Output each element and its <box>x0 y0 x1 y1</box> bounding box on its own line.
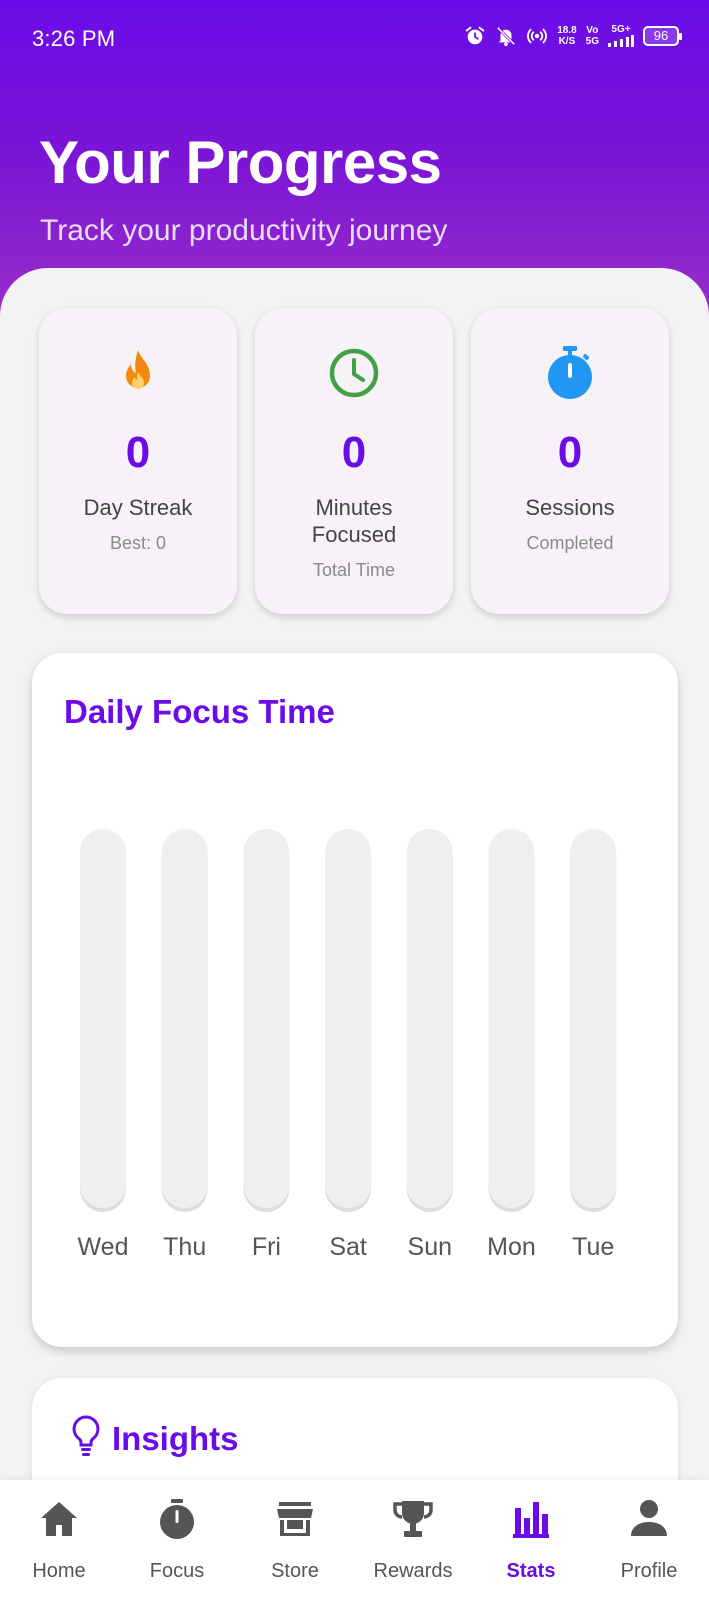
flame-icon <box>126 350 150 389</box>
bar-track-wed <box>80 829 126 1208</box>
day-label-thu: Thu <box>163 1233 206 1261</box>
timer-icon <box>160 1499 194 1539</box>
sessions-sub: Completed <box>526 533 614 553</box>
streak-value: 0 <box>125 428 151 477</box>
volte-bottom: 5G <box>585 35 599 47</box>
status-time: 3:26 PM <box>32 26 116 51</box>
trophy-icon <box>393 1501 433 1537</box>
status-bar: 3:26 PM 18.8 K/S Vo 5G 5G+ 96 <box>0 0 709 78</box>
bar-track-sun <box>406 829 453 1208</box>
day-label-mon: Mon <box>487 1233 536 1261</box>
day-label-sun: Sun <box>408 1233 452 1261</box>
volte-indicator: Vo 5G <box>586 25 599 47</box>
nav-label-rewards: Rewards <box>373 1560 453 1582</box>
sessions-value: 0 <box>557 428 583 477</box>
day-label-fri: Fri <box>252 1233 281 1261</box>
net-speed-unit: K/S <box>558 35 576 47</box>
page-subtitle: Track your productivity journey <box>40 214 448 247</box>
bar-track-fri <box>243 829 290 1208</box>
bell-muted-icon <box>496 26 516 46</box>
minutes-value: 0 <box>341 428 367 477</box>
nav-item-stats[interactable]: Stats <box>472 1480 590 1600</box>
alarm-icon <box>465 26 485 44</box>
stat-card-minutes: 0 Minutes Focused Total Time <box>255 308 453 614</box>
stat-card-streak: 0 Day Streak Best: 0 <box>39 308 237 614</box>
store-icon <box>277 1502 313 1536</box>
streak-best: Best: 0 <box>109 533 167 553</box>
streak-label: Day Streak <box>83 495 193 520</box>
signal-label: 5G+ <box>611 24 631 35</box>
bar-track-mon <box>488 829 535 1208</box>
home-icon <box>41 1502 77 1536</box>
daily-focus-chart: Wed Thu Fri Sat Sun Mon Tue <box>78 829 617 1261</box>
nav-item-store[interactable]: Store <box>236 1480 354 1600</box>
volte-top: Vo <box>586 24 599 36</box>
nav-label-focus: Focus <box>149 1560 205 1582</box>
minutes-label-line1: Minutes <box>315 495 393 520</box>
insights-title: Insights <box>112 1420 239 1457</box>
bar-track-tue <box>570 829 617 1208</box>
signal-icon <box>608 35 634 47</box>
minutes-label-line2: Focused <box>311 522 397 547</box>
status-icons: 18.8 K/S Vo 5G 5G+ 96 <box>464 24 682 47</box>
daily-focus-card: Daily Focus Time Wed Thu Fri Sat Sun Mon Tue <box>32 653 678 1347</box>
bar-track-sat <box>325 829 372 1208</box>
person-icon <box>631 1500 667 1536</box>
nav-item-profile[interactable]: Profile <box>590 1480 708 1600</box>
nav-item-rewards[interactable]: Rewards <box>354 1480 472 1600</box>
nav-label-stats: Stats <box>506 1560 556 1582</box>
clock-icon <box>329 348 379 398</box>
bar-chart-icon <box>513 1502 549 1538</box>
nav-label-profile: Profile <box>620 1560 678 1582</box>
battery-icon: 96 <box>643 25 682 46</box>
day-label-tue: Tue <box>572 1233 614 1261</box>
nav-label-store: Store <box>271 1560 319 1582</box>
battery-level: 96 <box>653 28 669 43</box>
hotspot-icon <box>527 28 548 43</box>
net-speed: 18.8 K/S <box>557 25 576 47</box>
lightbulb-icon <box>72 1415 100 1456</box>
nav-label-home: Home <box>32 1560 86 1582</box>
day-label-wed: Wed <box>78 1233 129 1261</box>
page-title: Your Progress <box>39 129 442 196</box>
sessions-label: Sessions <box>525 495 615 520</box>
stopwatch-icon <box>548 346 592 399</box>
minutes-sub: Total Time <box>312 560 396 580</box>
nav-item-focus[interactable]: Focus <box>118 1480 236 1600</box>
signal-indicator: 5G+ <box>608 24 634 47</box>
day-label-sat: Sat <box>329 1233 367 1261</box>
net-speed-value: 18.8 <box>557 24 577 36</box>
bar-track-thu <box>161 829 208 1208</box>
bottom-nav: Home Focus Store Rewards Stats Profile <box>0 1480 709 1600</box>
stat-card-sessions: 0 Sessions Completed <box>471 308 669 614</box>
nav-item-home[interactable]: Home <box>0 1480 118 1600</box>
